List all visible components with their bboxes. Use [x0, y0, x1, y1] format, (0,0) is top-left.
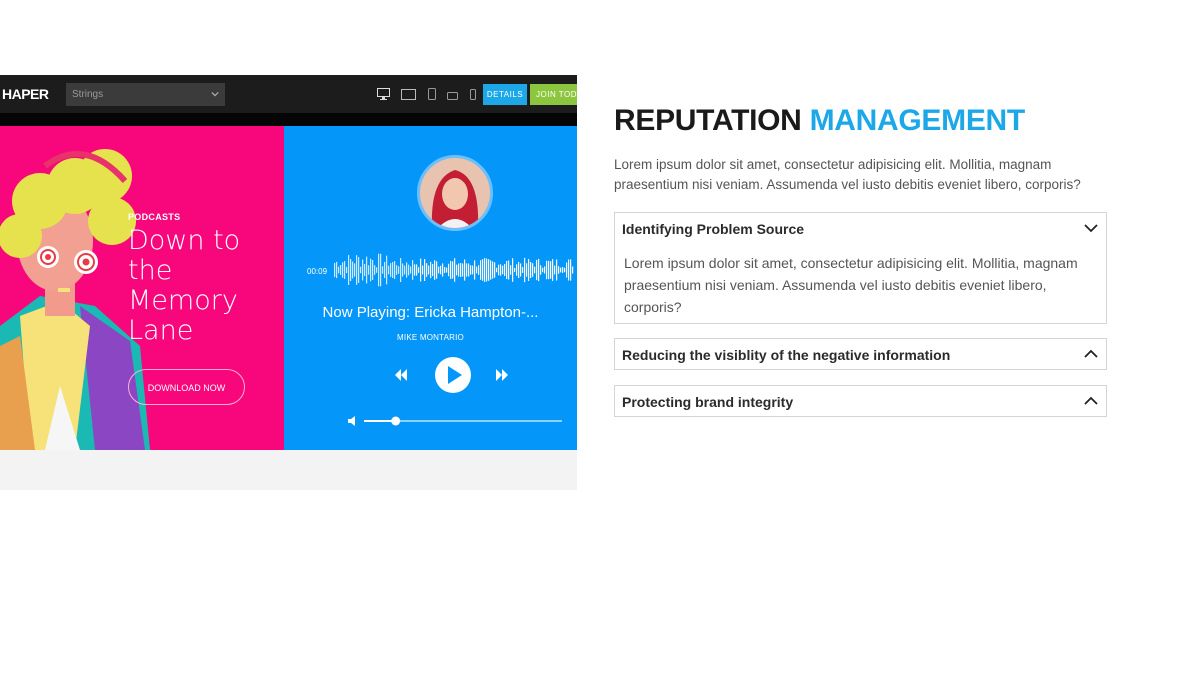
- accordion-header[interactable]: Protecting brand integrity: [615, 386, 1106, 416]
- download-button[interactable]: DOWNLOAD NOW: [128, 369, 245, 405]
- podcast-tag: PODCASTS: [128, 212, 181, 222]
- tablet-landscape-icon[interactable]: [447, 87, 459, 105]
- accordion-header[interactable]: Identifying Problem Source: [615, 213, 1106, 243]
- page-title: REPUTATION MANAGEMENT: [614, 104, 1025, 138]
- volume-icon[interactable]: [348, 416, 355, 426]
- details-button[interactable]: DETAILS: [483, 84, 527, 105]
- volume-control[interactable]: [348, 415, 568, 427]
- chevron-down-icon[interactable]: [1084, 222, 1098, 234]
- chevron-down-icon: [211, 91, 219, 97]
- device-switcher: [377, 87, 483, 101]
- intro-text: Lorem ipsum dolor sit amet, consectetur …: [614, 157, 1081, 192]
- join-button[interactable]: JOIN TODAY: [530, 84, 577, 105]
- podcast-hero: PODCASTS Down to the Memory Lane DOWNLOA…: [0, 126, 284, 450]
- accordion-title: Identifying Problem Source: [622, 221, 805, 237]
- title-accent: MANAGEMENT: [809, 104, 1026, 137]
- rewind-icon[interactable]: [395, 369, 407, 381]
- laptop-icon[interactable]: [401, 87, 417, 105]
- tablet-icon[interactable]: [427, 87, 436, 105]
- chevron-up-icon[interactable]: [1084, 348, 1098, 360]
- track-time: 00:09: [307, 267, 328, 276]
- now-playing-title: Now Playing: Ericka Hampton-...: [322, 304, 539, 321]
- audio-player: 00:09 Now Playing: Ericka Hampton-... MI…: [284, 126, 577, 450]
- desktop-icon[interactable]: [377, 87, 390, 105]
- waveform[interactable]: [334, 248, 576, 292]
- accordion-title: Reducing the visiblity of the negative i…: [622, 347, 951, 363]
- brand-logo: HAPER: [2, 86, 49, 102]
- volume-slider-knob[interactable]: [391, 416, 401, 426]
- forward-icon[interactable]: [496, 369, 508, 381]
- artist-name: MIKE MONTARIO: [397, 333, 464, 342]
- accordion-body: Lorem ipsum dolor sit amet, consectetur …: [615, 243, 1106, 327]
- player-controls: [395, 357, 508, 393]
- accordion-item: Identifying Problem Source Lorem ipsum d…: [614, 212, 1107, 324]
- preview-topbar: HAPER Strings DETAILS JOIN TOD: [0, 75, 577, 126]
- artist-avatar: [417, 155, 493, 231]
- theme-preview: HAPER Strings DETAILS JOIN TOD PODCASTS …: [0, 75, 577, 490]
- phone-icon[interactable]: [469, 87, 476, 105]
- accordion-item: Reducing the visiblity of the negative i…: [614, 338, 1107, 370]
- accordion-header[interactable]: Reducing the visiblity of the negative i…: [615, 339, 1106, 369]
- accordion-item: Protecting brand integrity: [614, 385, 1107, 417]
- play-icon[interactable]: [435, 357, 471, 393]
- theme-select-value: Strings: [72, 89, 104, 100]
- title-main: REPUTATION: [614, 104, 802, 137]
- accordion-title: Protecting brand integrity: [622, 394, 794, 410]
- chevron-up-icon[interactable]: [1084, 395, 1098, 407]
- theme-select[interactable]: Strings: [66, 83, 225, 106]
- hero-headline: Down to the Memory Lane: [128, 225, 241, 346]
